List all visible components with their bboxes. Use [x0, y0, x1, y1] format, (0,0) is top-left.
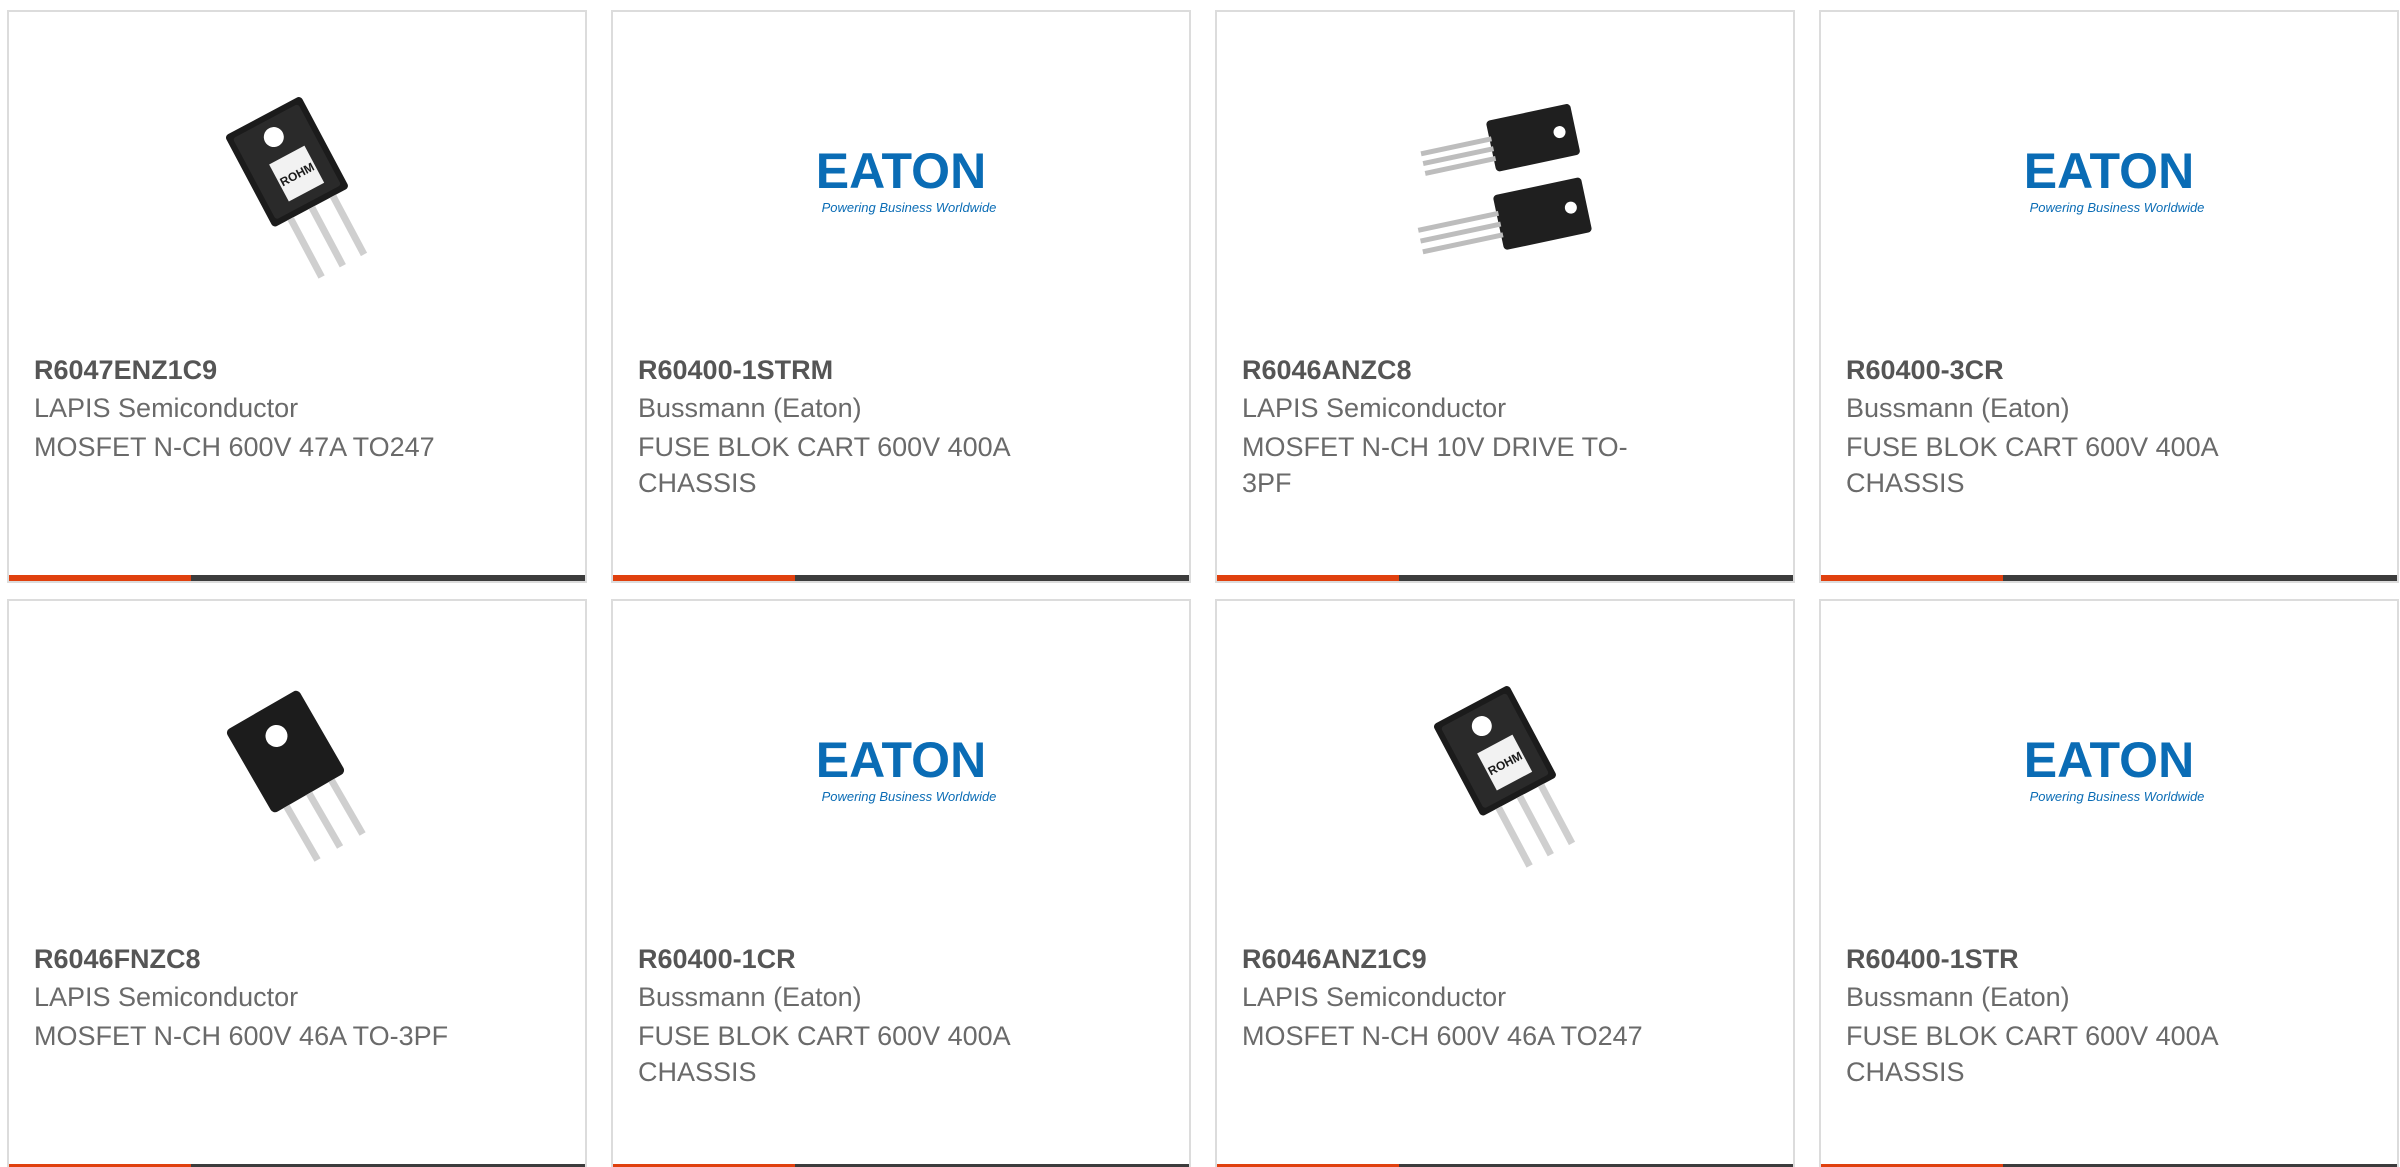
product-card[interactable]: EATON Powering Business Worldwide R60400…	[1819, 599, 2399, 1167]
card-bottom-bar	[9, 575, 585, 581]
product-card[interactable]: ROHM R6046ANZ1C9 LAPIS Semiconductor MOS…	[1215, 599, 1795, 1167]
product-grid: ROHM R6047ENZ1C9 LAPIS Semiconductor MOS…	[0, 0, 2400, 1167]
description: MOSFET N-CH 600V 46A TO-3PF	[34, 1021, 449, 1051]
card-accent-bar	[9, 575, 191, 581]
product-card[interactable]: ROHM R6047ENZ1C9 LAPIS Semiconductor MOS…	[7, 10, 587, 583]
card-accent-bar	[1217, 575, 1399, 581]
eaton-logo: EATON Powering Business Worldwide	[816, 732, 997, 804]
svg-text:EATON: EATON	[2024, 143, 2194, 199]
product-image[interactable]: ROHM	[195, 84, 401, 284]
description: FUSE BLOK CART 600V 400A CHASSIS	[1846, 432, 2218, 498]
product-card[interactable]: EATON Powering Business Worldwide R60400…	[1819, 10, 2399, 583]
part-number[interactable]: R60400-1CR	[638, 944, 796, 975]
description: MOSFET N-CH 600V 47A TO247	[34, 432, 435, 462]
manufacturer: Bussmann (Eaton)	[1846, 982, 2070, 1012]
manufacturer: LAPIS Semiconductor	[1242, 393, 1507, 423]
card-bottom-bar	[1821, 575, 2397, 581]
to247-transistor-icon: ROHM	[225, 97, 368, 279]
product-card[interactable]: EATON Powering Business Worldwide R60400…	[611, 10, 1191, 583]
product-card[interactable]: R6046FNZC8 LAPIS Semiconductor MOSFET N-…	[7, 599, 587, 1167]
product-card[interactable]: R6046ANZC8 LAPIS Semiconductor MOSFET N-…	[1215, 10, 1795, 583]
svg-text:Powering Business Worldwide: Powering Business Worldwide	[822, 200, 997, 215]
card-accent-bar	[613, 575, 795, 581]
svg-text:EATON: EATON	[816, 143, 986, 199]
description: FUSE BLOK CART 600V 400A CHASSIS	[638, 432, 1010, 498]
svg-text:Powering Business Worldwide: Powering Business Worldwide	[2030, 200, 2205, 215]
description: MOSFET N-CH 600V 46A TO247	[1242, 1021, 1643, 1051]
svg-text:Powering Business Worldwide: Powering Business Worldwide	[822, 789, 997, 804]
manufacturer: Bussmann (Eaton)	[638, 982, 862, 1012]
product-image[interactable]	[195, 673, 401, 873]
product-image[interactable]	[1403, 84, 1609, 284]
to3pf-pair-icon	[1417, 104, 1592, 255]
part-number[interactable]: R6047ENZ1C9	[34, 355, 217, 386]
product-image[interactable]: ROHM	[1403, 673, 1609, 873]
manufacturer: LAPIS Semiconductor	[1242, 982, 1507, 1012]
card-bottom-bar	[613, 575, 1189, 581]
description: FUSE BLOK CART 600V 400A CHASSIS	[1846, 1021, 2218, 1087]
part-number[interactable]: R60400-1STR	[1846, 944, 2019, 975]
manufacturer: LAPIS Semiconductor	[34, 982, 299, 1012]
manufacturer: Bussmann (Eaton)	[638, 393, 862, 423]
product-image[interactable]: EATON Powering Business Worldwide	[799, 84, 1005, 284]
to3pf-transistor-icon	[226, 690, 366, 862]
description: MOSFET N-CH 10V DRIVE TO-3PF	[1242, 432, 1628, 498]
product-card[interactable]: EATON Powering Business Worldwide R60400…	[611, 599, 1191, 1167]
card-bottom-bar	[1217, 575, 1793, 581]
product-image[interactable]: EATON Powering Business Worldwide	[2007, 673, 2213, 873]
eaton-logo: EATON Powering Business Worldwide	[816, 143, 997, 215]
to247-transistor-icon: ROHM	[1433, 686, 1576, 868]
svg-text:EATON: EATON	[2024, 732, 2194, 788]
eaton-logo: EATON Powering Business Worldwide	[2024, 732, 2205, 804]
part-number[interactable]: R6046FNZC8	[34, 944, 201, 975]
description: FUSE BLOK CART 600V 400A CHASSIS	[638, 1021, 1010, 1087]
product-image[interactable]: EATON Powering Business Worldwide	[799, 673, 1005, 873]
part-number[interactable]: R60400-1STRM	[638, 355, 833, 386]
part-number[interactable]: R60400-3CR	[1846, 355, 2004, 386]
eaton-logo: EATON Powering Business Worldwide	[2024, 143, 2205, 215]
part-number[interactable]: R6046ANZ1C9	[1242, 944, 1427, 975]
svg-text:EATON: EATON	[816, 732, 986, 788]
svg-text:Powering Business Worldwide: Powering Business Worldwide	[2030, 789, 2205, 804]
card-accent-bar	[1821, 575, 2003, 581]
manufacturer: LAPIS Semiconductor	[34, 393, 299, 423]
part-number[interactable]: R6046ANZC8	[1242, 355, 1412, 386]
product-image[interactable]: EATON Powering Business Worldwide	[2007, 84, 2213, 284]
manufacturer: Bussmann (Eaton)	[1846, 393, 2070, 423]
